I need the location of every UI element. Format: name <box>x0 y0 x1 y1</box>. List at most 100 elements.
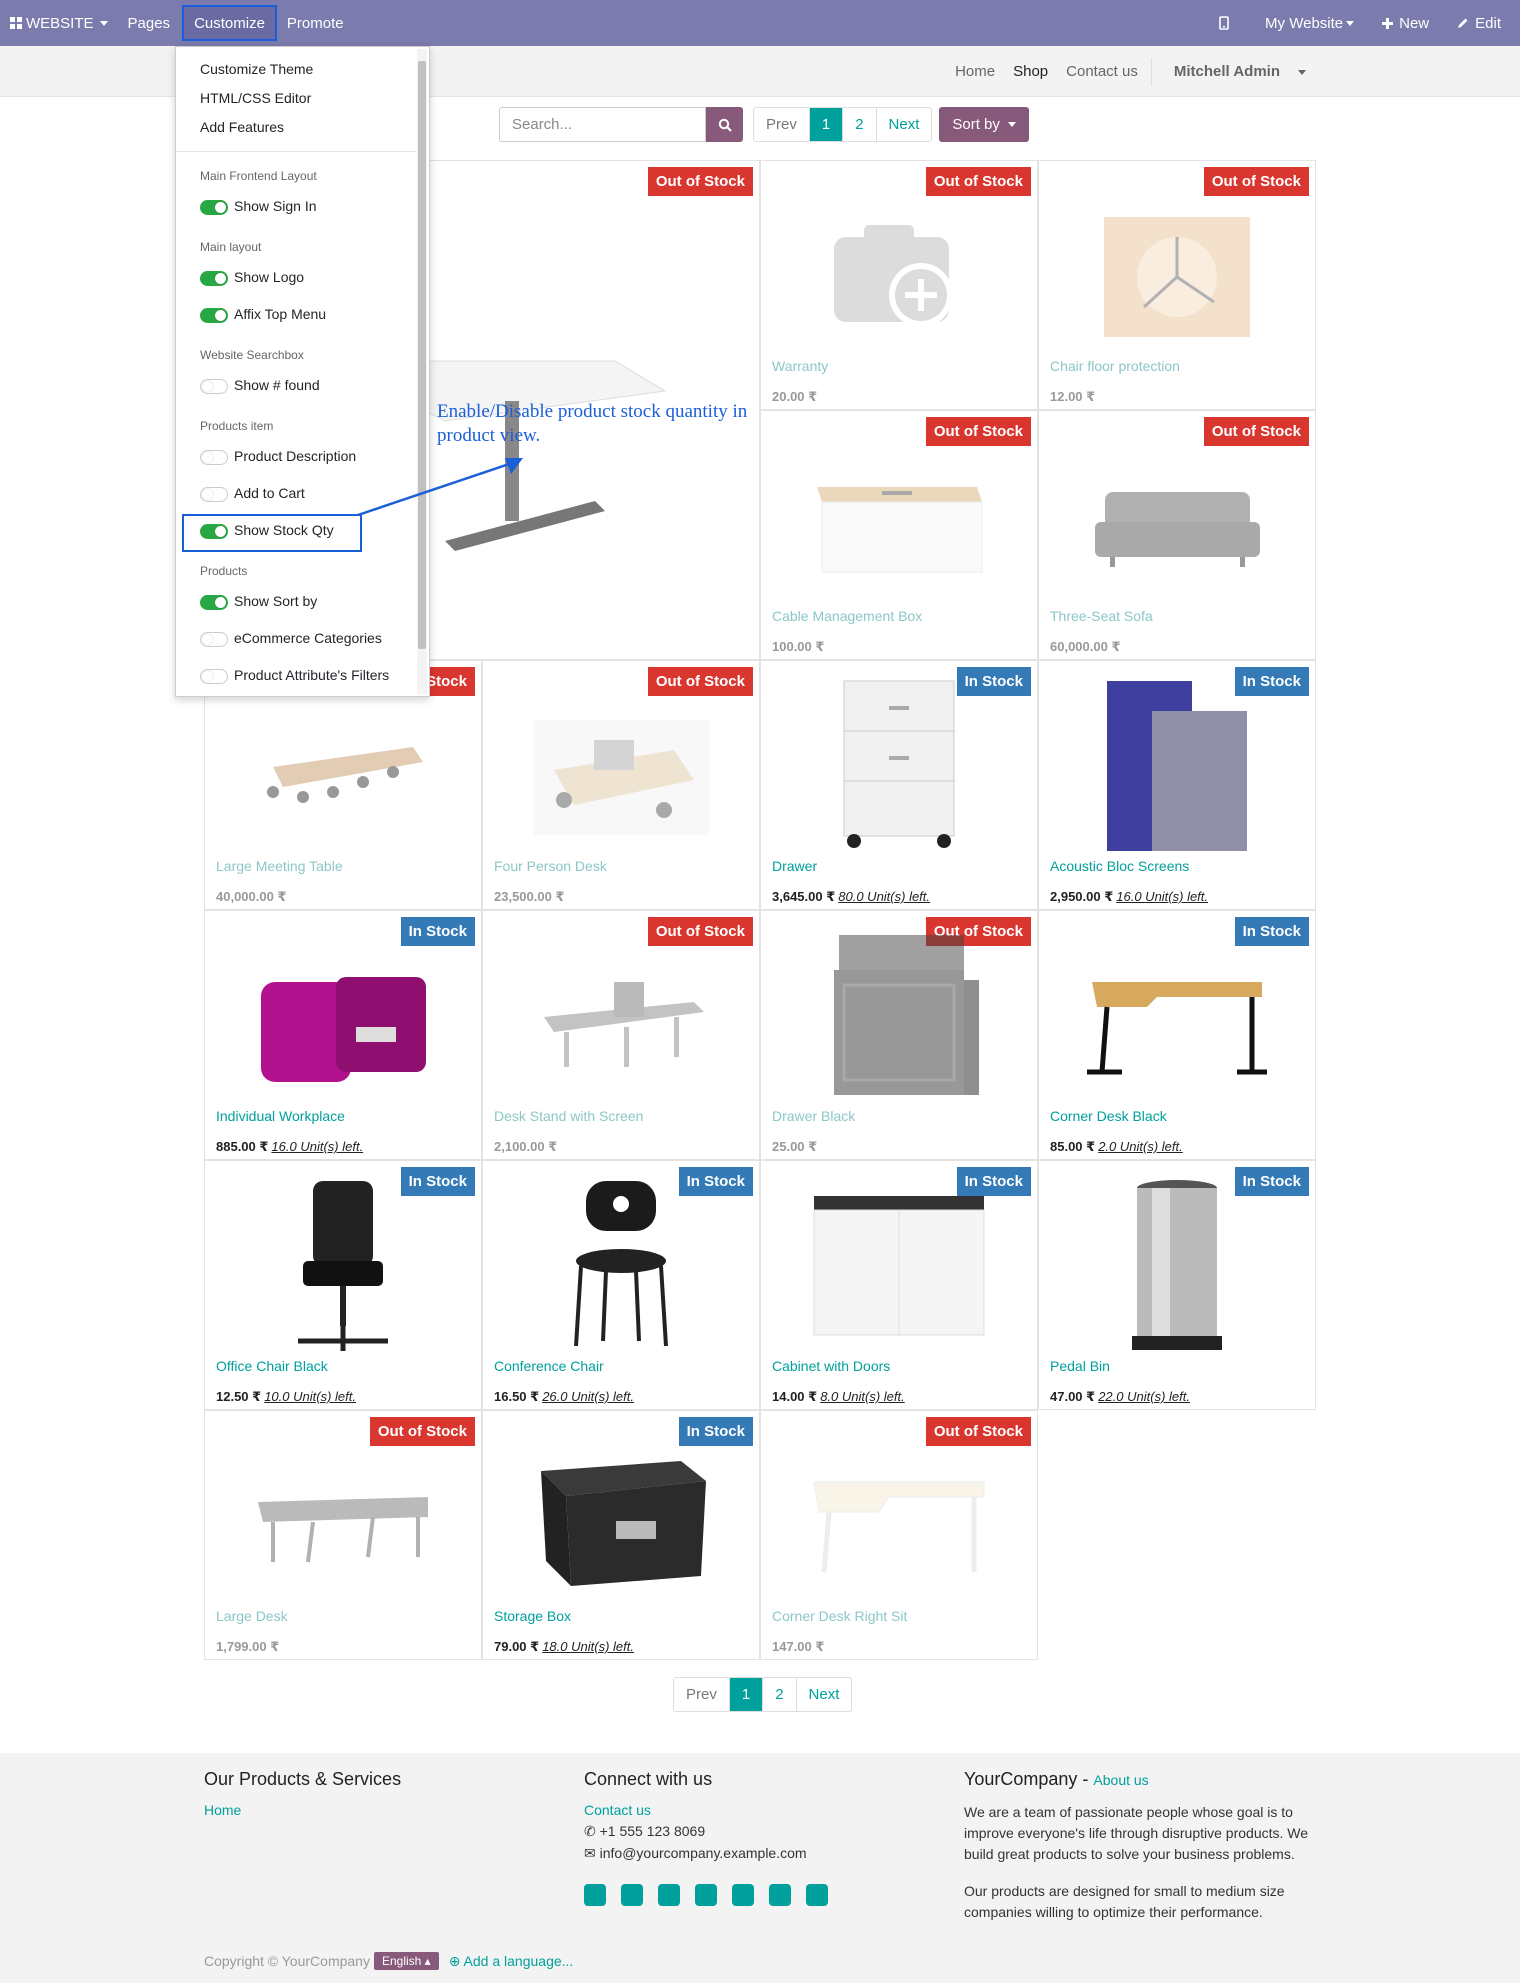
dropdown-scrollbar[interactable] <box>417 49 427 694</box>
product-name[interactable]: Drawer <box>772 858 817 874</box>
youtube-icon[interactable] <box>695 1884 717 1906</box>
product-card[interactable]: Out of Stock Drawer Black 25.00 ₹ <box>760 910 1038 1160</box>
toggle-label[interactable]: eCommerce Categories <box>234 630 382 646</box>
product-name[interactable]: Corner Desk Right Sit <box>772 1608 907 1624</box>
price-value: 2,100.00 ₹ <box>494 1139 558 1154</box>
product-card[interactable]: In Stock Storage Box 79.00 ₹18.0 Unit(s)… <box>482 1410 760 1660</box>
toggle-switch[interactable] <box>200 595 228 610</box>
pager-prev[interactable]: Prev <box>674 1678 729 1711</box>
pages-menu[interactable]: Pages <box>118 0 181 46</box>
search-input[interactable]: Search... <box>499 107 706 142</box>
product-card[interactable]: In Stock Individual Workplace 885.00 ₹16… <box>204 910 482 1160</box>
toggle-label[interactable]: Show Sign In <box>234 198 317 214</box>
toggle-switch[interactable] <box>200 669 228 684</box>
pager-next[interactable]: Next <box>875 108 932 141</box>
product-name[interactable]: Four Person Desk <box>494 858 607 874</box>
product-card[interactable]: Out of Stock Four Person Desk 23,500.00 … <box>482 660 760 910</box>
product-card[interactable]: In Stock Pedal Bin 47.00 ₹22.0 Unit(s) l… <box>1038 1160 1316 1410</box>
search-button[interactable] <box>706 107 743 142</box>
nav-contact[interactable]: Contact us <box>1057 63 1147 80</box>
customize-theme-item[interactable]: Customize Theme <box>200 61 313 77</box>
product-name[interactable]: Acoustic Bloc Screens <box>1050 858 1189 874</box>
product-card[interactable]: Out of Stock Large Desk 1,799.00 ₹ <box>204 1410 482 1660</box>
product-name[interactable]: Three-Seat Sofa <box>1050 608 1153 624</box>
add-language-link[interactable]: ⊕ Add a language... <box>449 1953 574 1970</box>
product-card[interactable]: Out of Stock Three-Seat Sofa 60,000.00 ₹ <box>1038 410 1316 660</box>
footer-col-company: YourCompany - About us We are a team of … <box>964 1769 1314 1923</box>
product-card[interactable]: In Stock Office Chair Black 12.50 ₹10.0 … <box>204 1160 482 1410</box>
product-card[interactable]: In Stock Corner Desk Black 85.00 ₹2.0 Un… <box>1038 910 1316 1160</box>
toggle-switch[interactable] <box>200 308 228 323</box>
product-card[interactable]: In Stock Cabinet with Doors 14.00 ₹8.0 U… <box>760 1160 1038 1410</box>
github-icon[interactable] <box>769 1884 791 1906</box>
pager-prev[interactable]: Prev <box>754 108 809 141</box>
footer-link-home[interactable]: Home <box>204 1802 401 1818</box>
footer-phone: ✆ +1 555 123 8069 <box>584 1823 828 1840</box>
toggle-label[interactable]: Show # found <box>234 377 320 393</box>
pager-page-2[interactable]: 2 <box>762 1678 795 1711</box>
nav-home[interactable]: Home <box>946 63 1004 80</box>
pager-page-1[interactable]: 1 <box>728 1678 763 1711</box>
promote-menu[interactable]: Promote <box>277 0 354 46</box>
toggle-switch[interactable] <box>200 632 228 647</box>
toggle-switch[interactable] <box>200 450 228 465</box>
product-card[interactable]: Out of Stock Desk Stand with Screen 2,10… <box>482 910 760 1160</box>
product-name[interactable]: Large Desk <box>216 1608 288 1624</box>
product-name[interactable]: Storage Box <box>494 1608 571 1624</box>
product-card[interactable]: In Stock Conference Chair 16.50 ₹26.0 Un… <box>482 1160 760 1410</box>
product-card[interactable]: Out of Stock Chair floor protection 12.0… <box>1038 160 1316 410</box>
twitter-icon[interactable] <box>621 1884 643 1906</box>
product-name[interactable]: Large Meeting Table <box>216 858 343 874</box>
toggle-switch[interactable] <box>200 379 228 394</box>
pager-page-2[interactable]: 2 <box>842 108 875 141</box>
product-name[interactable]: Chair floor protection <box>1050 358 1180 374</box>
product-name[interactable]: Drawer Black <box>772 1108 855 1124</box>
product-name[interactable]: Desk Stand with Screen <box>494 1108 643 1124</box>
user-menu[interactable]: Mitchell Admin <box>1156 63 1315 80</box>
facebook-icon[interactable] <box>584 1884 606 1906</box>
toggle-switch[interactable] <box>200 487 228 502</box>
toggle-label[interactable]: Add to Cart <box>234 485 305 501</box>
product-name[interactable]: Cable Management Box <box>772 608 922 624</box>
product-card[interactable]: Stock Large Meeting Table 40,000.00 ₹ <box>204 660 482 910</box>
pager-page-1[interactable]: 1 <box>808 108 843 141</box>
customize-menu[interactable]: Customize <box>182 5 277 41</box>
html-css-editor-item[interactable]: HTML/CSS Editor <box>200 90 311 106</box>
nav-shop[interactable]: Shop <box>1004 63 1057 80</box>
add-features-item[interactable]: Add Features <box>200 119 284 135</box>
product-name[interactable]: Conference Chair <box>494 1358 604 1374</box>
product-card[interactable]: Out of Stock Warranty 20.00 ₹ <box>760 160 1038 410</box>
stock-badge: Out of Stock <box>647 167 753 196</box>
sort-by-button[interactable]: Sort by <box>939 107 1029 142</box>
toggle-switch[interactable] <box>200 200 228 215</box>
toggle-switch[interactable] <box>200 271 228 286</box>
language-selector[interactable]: English ▴ <box>373 1952 439 1970</box>
footer-link-contact[interactable]: Contact us <box>584 1802 828 1818</box>
website-menu[interactable]: WEBSITE <box>0 0 118 46</box>
product-card[interactable]: Out of Stock Cable Management Box 100.00… <box>760 410 1038 660</box>
product-name[interactable]: Individual Workplace <box>216 1108 345 1124</box>
footer-link-about[interactable]: About us <box>1093 1772 1148 1788</box>
product-name[interactable]: Pedal Bin <box>1050 1358 1110 1374</box>
pager-next[interactable]: Next <box>795 1678 852 1711</box>
product-name[interactable]: Warranty <box>772 358 828 374</box>
product-name[interactable]: Cabinet with Doors <box>772 1358 890 1374</box>
toggle-label[interactable]: Show Logo <box>234 269 304 285</box>
instagram-icon[interactable] <box>806 1884 828 1906</box>
product-card[interactable]: In Stock Drawer 3,645.00 ₹80.0 Unit(s) l… <box>760 660 1038 910</box>
toggle-label[interactable]: Product Description <box>234 448 356 464</box>
product-name[interactable]: Corner Desk Black <box>1050 1108 1167 1124</box>
my-website-menu[interactable]: My Website <box>1251 0 1368 46</box>
product-card[interactable]: In Stock Acoustic Bloc Screens 2,950.00 … <box>1038 660 1316 910</box>
linkedin-icon[interactable] <box>658 1884 680 1906</box>
scrollbar-thumb[interactable] <box>418 61 426 649</box>
google-plus-icon[interactable] <box>732 1884 754 1906</box>
new-button[interactable]: New <box>1368 0 1443 46</box>
mobile-preview-button[interactable] <box>1197 0 1251 46</box>
toggle-label[interactable]: Product Attribute's Filters <box>234 667 389 683</box>
toggle-label[interactable]: Show Sort by <box>234 593 317 609</box>
product-card[interactable]: Out of Stock Corner Desk Right Sit 147.0… <box>760 1410 1038 1660</box>
edit-button[interactable]: Edit <box>1443 0 1520 46</box>
product-name[interactable]: Office Chair Black <box>216 1358 328 1374</box>
toggle-label[interactable]: Affix Top Menu <box>234 306 326 322</box>
